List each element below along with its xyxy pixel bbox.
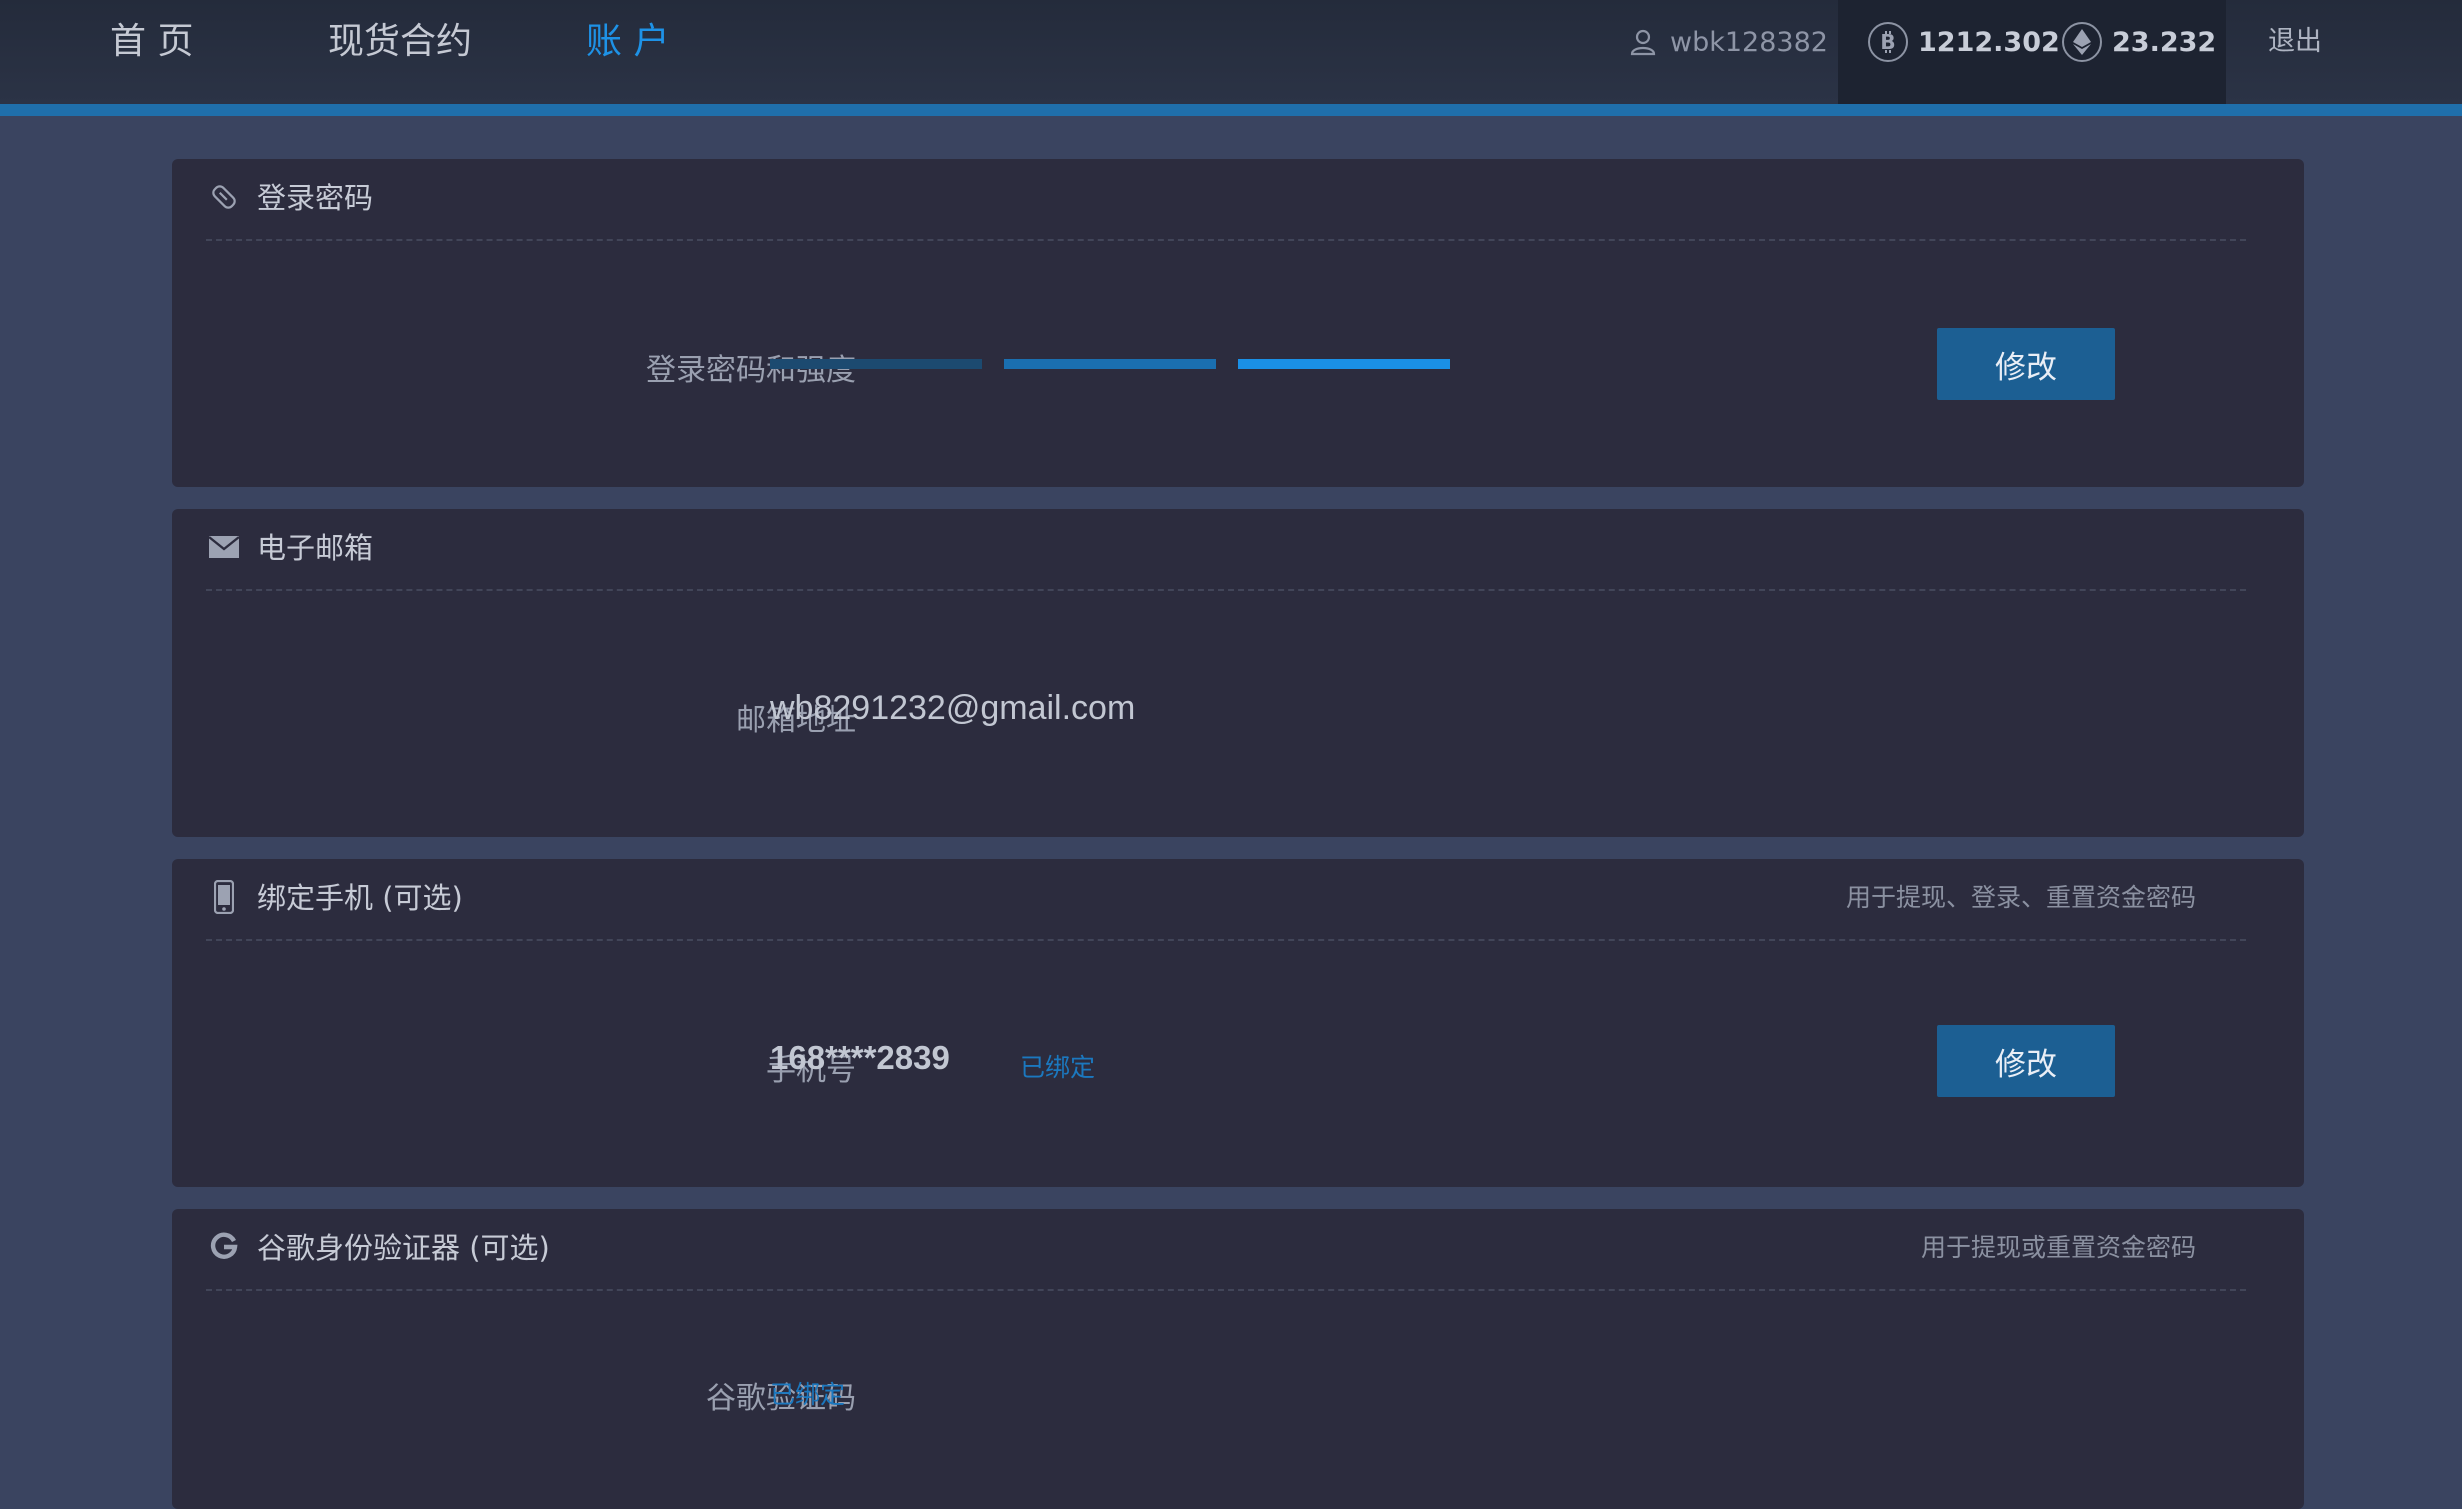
top-navbar: 首 页 现货合约 账 户 wbk128382 B 1212.302 23.232… xyxy=(0,0,2462,104)
email-card: 电子邮箱 邮箱地址 wb8291232@gmail.com xyxy=(172,509,2304,837)
card-title: 登录密码 xyxy=(257,181,374,215)
mobile-phone-icon xyxy=(206,879,242,915)
navbar-accent-line xyxy=(0,104,2462,116)
card-note: 用于提现或重置资金密码 xyxy=(1920,1233,2196,1262)
email-address: wb8291232@gmail.com xyxy=(770,689,1136,727)
btc-balance: B 1212.302 xyxy=(1868,0,2060,84)
card-header: 电子邮箱 xyxy=(206,509,2246,591)
strength-segment-1 xyxy=(770,359,982,369)
google-authenticator-card: 谷歌身份验证器 (可选) 用于提现或重置资金密码 谷歌验证码 已绑定 xyxy=(172,1209,2304,1509)
key-icon xyxy=(206,179,242,215)
svg-text:B: B xyxy=(1880,30,1895,54)
eth-amount: 23.232 xyxy=(2112,26,2217,58)
change-password-button[interactable]: 修改 xyxy=(1937,328,2115,400)
card-header: 谷歌身份验证器 (可选) 用于提现或重置资金密码 xyxy=(206,1209,2246,1291)
ethereum-icon xyxy=(2062,22,2102,62)
google-bound-status: 已绑定 xyxy=(770,1380,846,1409)
user-icon xyxy=(1630,29,1656,56)
google-icon xyxy=(206,1229,242,1265)
card-header: 绑定手机 (可选) 用于提现、登录、重置资金密码 xyxy=(206,859,2246,941)
card-title: 电子邮箱 xyxy=(257,531,374,565)
card-title: 谷歌身份验证器 (可选) xyxy=(257,1231,550,1265)
phone-number: 168****2839 xyxy=(770,1039,950,1076)
card-title: 绑定手机 (可选) xyxy=(257,881,463,915)
phone-bound-status: 已绑定 xyxy=(1020,1053,1096,1082)
username: wbk128382 xyxy=(1670,26,1828,58)
card-note: 用于提现、登录、重置资金密码 xyxy=(1845,883,2196,912)
nav-home[interactable]: 首 页 xyxy=(110,0,193,84)
card-header: 登录密码 xyxy=(206,159,2246,241)
user-info[interactable]: wbk128382 xyxy=(1628,0,1828,84)
phone-card: 绑定手机 (可选) 用于提现、登录、重置资金密码 手机号 168****2839… xyxy=(172,859,2304,1187)
nav-account[interactable]: 账 户 xyxy=(586,0,669,84)
eth-balance: 23.232 xyxy=(2062,0,2216,84)
login-password-card: 登录密码 登录密码和强度 修改 xyxy=(172,159,2304,487)
nav-spot-contracts[interactable]: 现货合约 xyxy=(328,0,472,84)
strength-segment-3 xyxy=(1238,359,1450,369)
btc-amount: 1212.302 xyxy=(1918,26,2060,58)
strength-segment-2 xyxy=(1004,359,1216,369)
logout-link[interactable]: 退出 xyxy=(2268,0,2322,84)
bitcoin-icon: B xyxy=(1868,22,1908,62)
envelope-icon xyxy=(206,529,242,565)
balance-panel: B 1212.302 23.232 xyxy=(1838,0,2226,104)
change-phone-button[interactable]: 修改 xyxy=(1937,1025,2115,1097)
